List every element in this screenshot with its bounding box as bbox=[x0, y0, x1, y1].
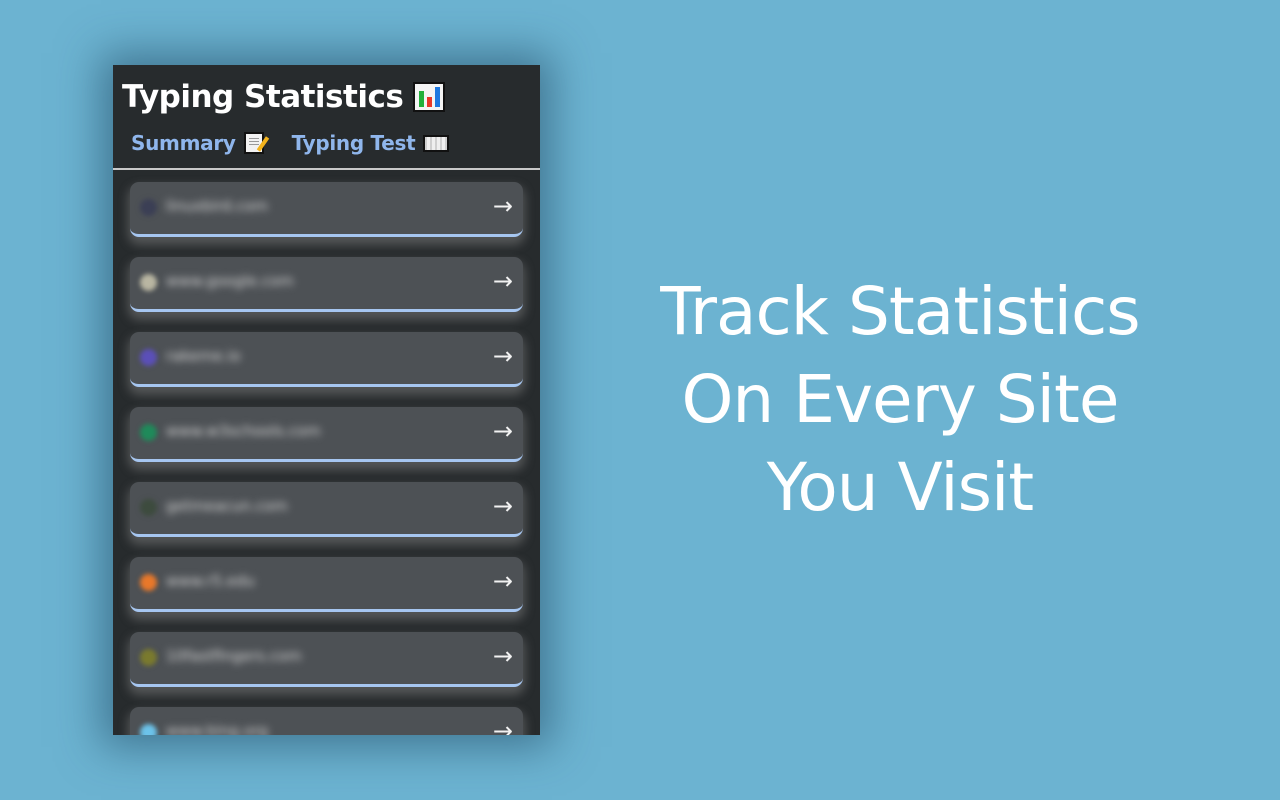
site-favicon-icon bbox=[140, 274, 157, 291]
site-favicon-icon bbox=[140, 349, 157, 366]
site-list-item[interactable]: www.google.com → bbox=[130, 257, 523, 312]
site-list-item[interactable]: linuxbird.com → bbox=[130, 182, 523, 237]
site-name: www.google.com bbox=[166, 272, 294, 290]
tagline-line: You Visit bbox=[766, 449, 1034, 526]
site-name: 10fastfingers.com bbox=[166, 647, 302, 665]
tab-typing-test[interactable]: Typing Test bbox=[292, 131, 450, 155]
bar-chart-icon bbox=[413, 82, 446, 112]
arrow-right-icon[interactable]: → bbox=[493, 417, 513, 445]
site-name: www.bing.org bbox=[166, 722, 269, 735]
arrow-right-icon[interactable]: → bbox=[493, 642, 513, 670]
tab-summary-label: Summary bbox=[131, 131, 236, 155]
site-favicon-icon bbox=[140, 199, 157, 216]
tab-bar: Summary Typing Test bbox=[131, 131, 450, 155]
site-name: www.r5.edu bbox=[166, 572, 255, 590]
arrow-right-icon[interactable]: → bbox=[493, 492, 513, 520]
header-divider bbox=[113, 168, 540, 170]
tagline-line: Track Statistics bbox=[660, 273, 1140, 350]
site-favicon-icon bbox=[140, 724, 157, 735]
site-name: rakeme.io bbox=[166, 347, 241, 365]
memo-icon bbox=[243, 132, 264, 154]
site-list-item[interactable]: getmeacun.com → bbox=[130, 482, 523, 537]
promo-tagline: Track Statistics On Every Site You Visit bbox=[600, 268, 1200, 532]
site-list-item[interactable]: www.bing.org → bbox=[130, 707, 523, 735]
site-name: getmeacun.com bbox=[166, 497, 288, 515]
arrow-right-icon[interactable]: → bbox=[493, 267, 513, 295]
site-favicon-icon bbox=[140, 424, 157, 441]
tab-summary[interactable]: Summary bbox=[131, 131, 264, 155]
arrow-right-icon[interactable]: → bbox=[493, 342, 513, 370]
tab-typing-test-label: Typing Test bbox=[291, 131, 416, 155]
site-favicon-icon bbox=[140, 574, 157, 591]
typing-stats-panel: Typing Statistics Summary Typing Test li… bbox=[113, 65, 540, 735]
arrow-right-icon[interactable]: → bbox=[493, 567, 513, 595]
panel-title: Typing Statistics bbox=[122, 79, 446, 115]
panel-title-text: Typing Statistics bbox=[122, 79, 404, 115]
site-name: linuxbird.com bbox=[166, 197, 269, 215]
site-list-item[interactable]: www.w3schools.com → bbox=[130, 407, 523, 462]
site-name: www.w3schools.com bbox=[166, 422, 321, 440]
site-list: linuxbird.com → www.google.com → rakeme.… bbox=[130, 182, 523, 735]
site-list-item[interactable]: www.r5.edu → bbox=[130, 557, 523, 612]
site-list-item[interactable]: 10fastfingers.com → bbox=[130, 632, 523, 687]
arrow-right-icon[interactable]: → bbox=[493, 192, 513, 220]
tagline-line: On Every Site bbox=[681, 361, 1119, 438]
site-favicon-icon bbox=[140, 499, 157, 516]
keyboard-icon bbox=[423, 134, 450, 152]
site-list-item[interactable]: rakeme.io → bbox=[130, 332, 523, 387]
site-favicon-icon bbox=[140, 649, 157, 666]
arrow-right-icon[interactable]: → bbox=[493, 717, 513, 735]
